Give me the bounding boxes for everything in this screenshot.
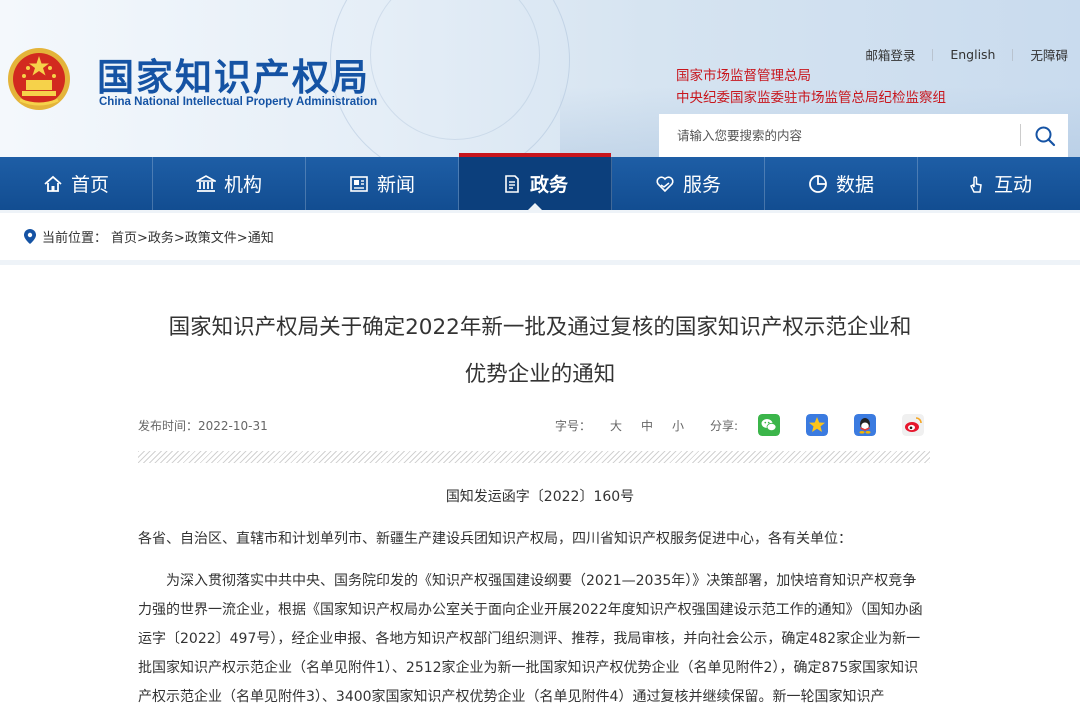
nav-item-label: 政务 [529,174,568,196]
top-links: 邮箱登录 English 无障碍 [848,45,1068,64]
font-size-large-button[interactable]: 大 [610,417,622,434]
nav-item-home[interactable]: 首页 [0,157,153,210]
nav-item-government-affairs[interactable]: 政务 [459,153,612,210]
site-header: 国家知识产权局 China National Intellectual Prop… [0,0,1080,157]
font-size-controls: 字号： 大 中 小 [555,417,703,434]
qq-icon[interactable] [854,414,876,436]
search-icon [1035,126,1055,146]
news-icon [350,175,368,192]
nav-item-label: 互动 [993,174,1032,196]
nav-item-data[interactable]: 数据 [765,157,918,210]
nav-item-institution[interactable]: 机构 [153,157,306,210]
font-size-label: 字号： [555,419,592,433]
publish-date: 发布时间：2022-10-31 [138,419,268,433]
english-link[interactable]: English [933,47,1012,62]
nav-item-label: 机构 [223,174,262,196]
qzone-icon[interactable] [806,414,828,436]
breadcrumb: 当前位置： 首页>政务>政策文件>通知 [0,213,1080,260]
article-salutation: 各省、自治区、直辖市和计划单列市、新疆生产建设兵团知识产权局，四川省知识产权服务… [138,531,852,547]
site-logo-subtitle[interactable]: China National Intellectual Property Adm… [99,96,377,108]
nav-item-interaction[interactable]: 互动 [918,157,1080,210]
breadcrumb-label: 当前位置： [42,231,108,246]
hand-touch-icon [969,175,982,193]
national-emblem-icon[interactable] [6,46,72,112]
article-title-line1: 国家知识产权局关于确定2022年新一批及通过复核的国家知识产权示范企业和 [168,315,912,340]
share-label: 分享: [710,419,739,433]
partner-link-samr[interactable]: 国家市场监督管理总局 [676,64,811,84]
accessibility-link[interactable]: 无障碍 [1013,45,1068,64]
location-pin-icon [24,229,36,244]
article-meta: 发布时间：2022-10-31 字号： 大 中 小 分享: [138,414,930,436]
service-icon [656,175,674,192]
wechat-icon[interactable] [758,414,780,436]
mail-login-link[interactable]: 邮箱登录 [848,45,932,64]
nav-item-news[interactable]: 新闻 [306,157,459,210]
document-icon [505,174,519,193]
nav-item-service[interactable]: 服务 [612,157,765,210]
search-button[interactable] [1021,114,1068,157]
search-box [659,114,1068,157]
main-nav: 首页 机构 新闻 政务 服务 数据 互动 [0,153,1080,210]
partner-link-discipline[interactable]: 中央纪委国家监委驻市场监管总局纪检监察组 [676,86,946,106]
pie-chart-icon [809,174,827,193]
font-size-medium-button[interactable]: 中 [641,417,653,434]
article-body-paragraph: 为深入贯彻落实中共中央、国务院印发的《知识产权强国建设纲要（2021—2035年… [138,573,923,704]
article-container: 国家知识产权局关于确定2022年新一批及通过复核的国家知识产权示范企业和 优势企… [0,265,1080,704]
nav-item-label: 新闻 [376,174,415,196]
dotted-separator [138,451,930,463]
nav-item-label: 数据 [835,174,874,196]
site-logo-title[interactable]: 国家知识产权局 [97,47,370,101]
search-input[interactable] [659,114,1019,157]
breadcrumb-path[interactable]: 首页>政务>政策文件>通知 [111,227,274,246]
institution-icon [195,174,216,192]
home-icon [44,175,62,192]
document-number: 国知发运函字〔2022〕160号 [445,489,635,505]
nav-item-label: 服务 [682,174,721,196]
font-size-small-button[interactable]: 小 [672,417,684,434]
article-title-line2: 优势企业的通知 [464,362,616,387]
nav-item-label: 首页 [70,174,109,196]
weibo-icon[interactable] [902,414,924,436]
